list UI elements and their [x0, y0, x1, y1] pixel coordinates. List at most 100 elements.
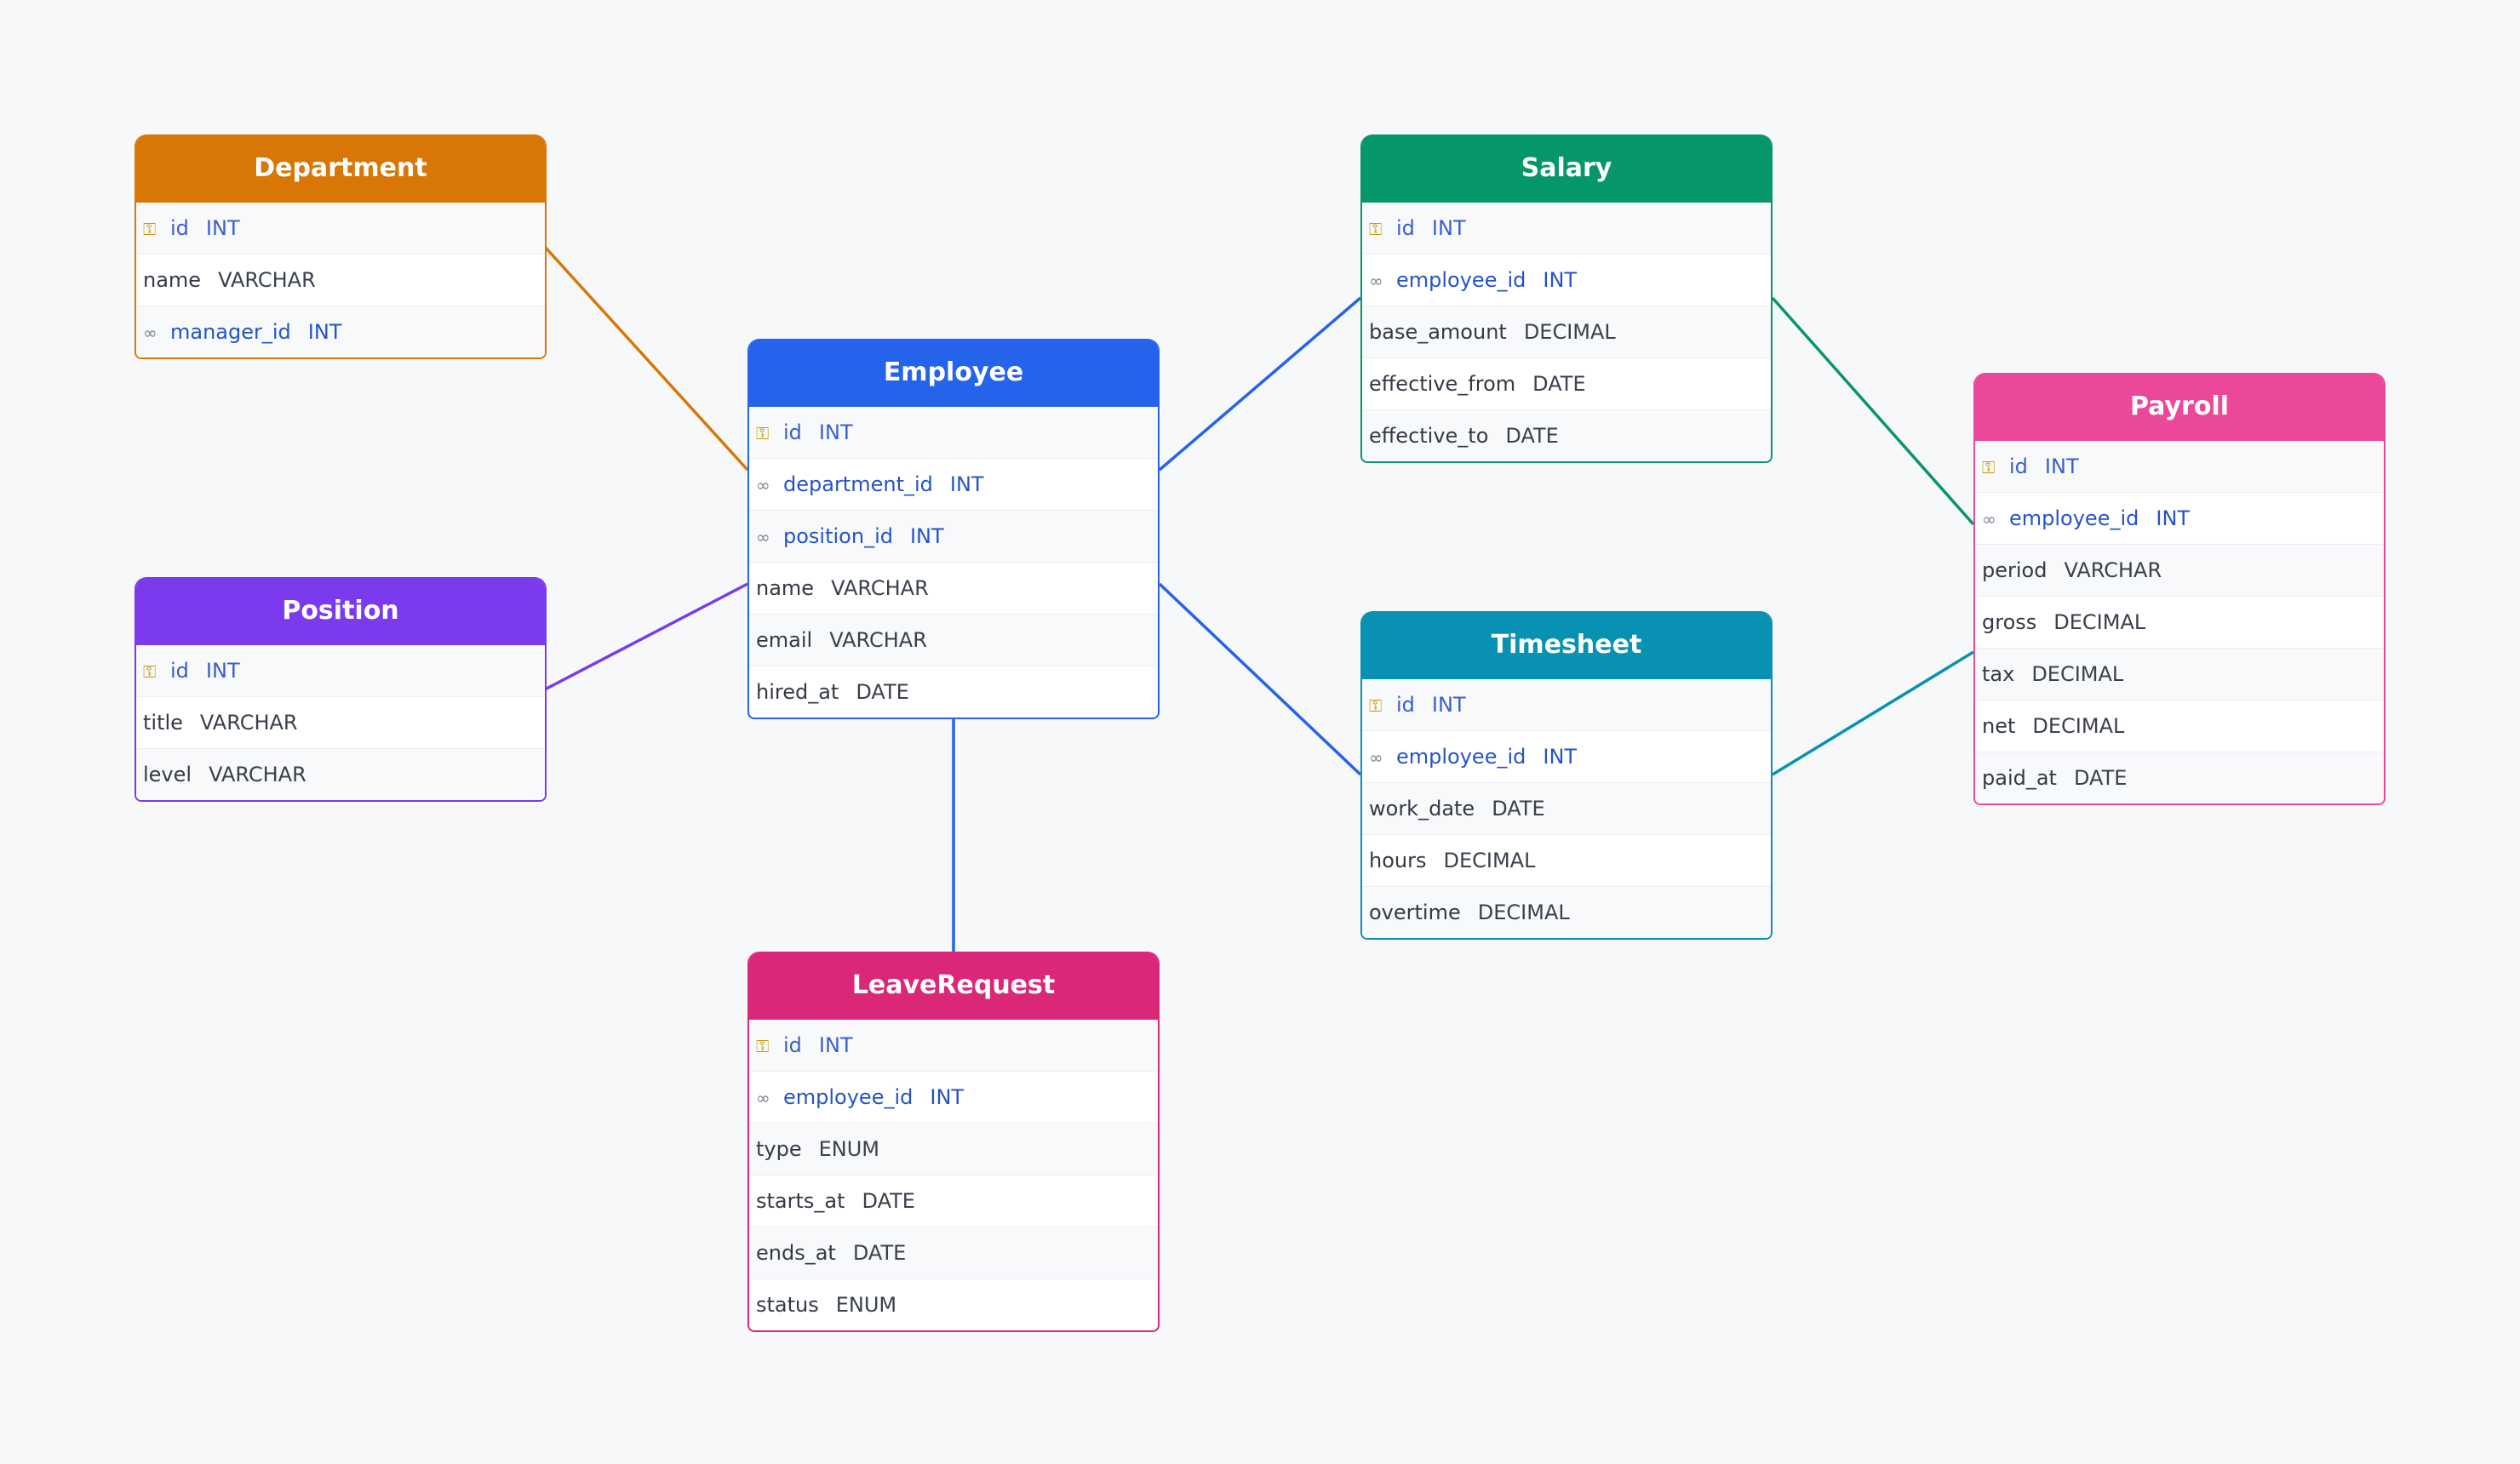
entity-timesheet[interactable]: Timesheet ⚿ id INT ∞ employee_id INT work_date D…: [1360, 611, 1773, 940]
entity-fields: ⚿ id INT ∞ employee_id INT work_date DATE hours D…: [1362, 679, 1771, 938]
field-row[interactable]: type ENUM: [749, 1124, 1158, 1175]
field-name: title: [143, 711, 183, 735]
field-name: id: [783, 1033, 802, 1057]
key-icon: ⚿: [756, 1036, 770, 1056]
field-row[interactable]: paid_at DATE: [1975, 752, 2384, 803]
entity-fields: ⚿ id INT ∞ department_id INT ∞ position_id INT na…: [749, 407, 1158, 718]
field-row[interactable]: ⚿ id INT: [749, 407, 1158, 459]
entity-fields: ⚿ id INT ∞ employee_id INT base_amount DECIMAL e…: [1362, 203, 1771, 461]
entity-position[interactable]: Position ⚿ id INT title VARCHAR level VARCHAR: [135, 577, 547, 802]
entity-title: Timesheet: [1362, 611, 1771, 679]
link-icon: ∞: [1369, 271, 1383, 291]
field-row[interactable]: title VARCHAR: [136, 697, 545, 749]
field-type: INT: [1431, 693, 1466, 717]
key-icon: ⚿: [756, 423, 770, 443]
field-type: DATE: [862, 1189, 915, 1213]
field-row[interactable]: ⚿ id INT: [136, 203, 545, 254]
field-row[interactable]: ends_at DATE: [749, 1227, 1158, 1279]
field-row[interactable]: ⚿ id INT: [749, 1020, 1158, 1072]
field-row[interactable]: ∞ manager_id INT: [136, 306, 545, 357]
field-name: name: [756, 576, 815, 600]
entity-fields: ⚿ id INT ∞ employee_id INT period VARCHAR gross D…: [1975, 441, 2384, 803]
entity-employee[interactable]: Employee ⚿ id INT ∞ department_id INT ∞ position…: [747, 339, 1160, 719]
key-icon: ⚿: [143, 219, 157, 239]
field-row[interactable]: ⚿ id INT: [1362, 203, 1771, 254]
link-icon: ∞: [756, 475, 770, 495]
field-row[interactable]: level VARCHAR: [136, 749, 545, 800]
field-name: employee_id: [783, 1085, 914, 1109]
link-icon: ∞: [1982, 509, 1996, 529]
field-row[interactable]: ∞ employee_id INT: [749, 1072, 1158, 1124]
field-name: id: [170, 659, 189, 683]
field-type: DATE: [1492, 797, 1545, 821]
entity-salary[interactable]: Salary ⚿ id INT ∞ employee_id INT base_amount DE…: [1360, 134, 1773, 463]
key-icon: ⚿: [1369, 695, 1383, 716]
link-icon: ∞: [1369, 747, 1383, 768]
relationship-employee-to-salary: [1158, 296, 1362, 472]
field-type: INT: [930, 1085, 965, 1109]
er-diagram-canvas: Department ⚿ id INT name VARCHAR ∞ manager_id IN…: [0, 0, 2520, 1464]
field-row[interactable]: ∞ employee_id INT: [1975, 493, 2384, 545]
field-row[interactable]: base_amount DECIMAL: [1362, 306, 1771, 358]
relationship-salary-to-payroll: [1771, 296, 1975, 526]
field-row[interactable]: ⚿ id INT: [136, 645, 545, 697]
field-row[interactable]: work_date DATE: [1362, 783, 1771, 835]
field-type: INT: [909, 524, 944, 548]
entity-fields: ⚿ id INT title VARCHAR level VARCHAR: [136, 645, 545, 800]
field-row[interactable]: name VARCHAR: [749, 563, 1158, 615]
field-row[interactable]: ⚿ id INT: [1362, 679, 1771, 731]
field-row[interactable]: starts_at DATE: [749, 1175, 1158, 1227]
field-type: INT: [205, 216, 240, 240]
field-type: DATE: [1505, 424, 1559, 448]
field-row[interactable]: effective_from DATE: [1362, 358, 1771, 410]
key-icon: ⚿: [1369, 219, 1383, 239]
field-row[interactable]: ∞ employee_id INT: [1362, 731, 1771, 783]
field-type: INT: [949, 472, 984, 496]
field-name: period: [1982, 558, 2048, 582]
field-row[interactable]: net DECIMAL: [1975, 701, 2384, 752]
field-row[interactable]: ∞ department_id INT: [749, 459, 1158, 511]
field-row[interactable]: status ENUM: [749, 1279, 1158, 1330]
link-icon: ∞: [143, 323, 158, 343]
field-name: effective_to: [1369, 424, 1489, 448]
field-name: base_amount: [1369, 320, 1507, 344]
field-row[interactable]: tax DECIMAL: [1975, 649, 2384, 701]
field-name: name: [143, 268, 202, 292]
field-row[interactable]: effective_to DATE: [1362, 410, 1771, 461]
entity-payroll[interactable]: Payroll ⚿ id INT ∞ employee_id INT period VARCHA…: [1973, 373, 2385, 805]
field-name: hours: [1369, 849, 1427, 872]
field-name: id: [170, 216, 189, 240]
field-name: hired_at: [756, 680, 839, 704]
field-name: type: [756, 1137, 802, 1161]
field-type: INT: [1543, 745, 1578, 769]
entity-department[interactable]: Department ⚿ id INT name VARCHAR ∞ manager_id IN…: [135, 134, 547, 359]
field-row[interactable]: email VARCHAR: [749, 615, 1158, 666]
field-row[interactable]: hired_at DATE: [749, 666, 1158, 718]
field-name: position_id: [783, 524, 893, 548]
entity-title: LeaveRequest: [749, 952, 1158, 1020]
field-name: effective_from: [1369, 372, 1516, 396]
field-name: id: [1396, 693, 1415, 717]
field-row[interactable]: period VARCHAR: [1975, 545, 2384, 597]
field-name: tax: [1982, 662, 2015, 686]
field-row[interactable]: name VARCHAR: [136, 254, 545, 306]
field-row[interactable]: hours DECIMAL: [1362, 835, 1771, 887]
field-row[interactable]: ⚿ id INT: [1975, 441, 2384, 493]
entity-title: Position: [136, 577, 545, 645]
field-row[interactable]: overtime DECIMAL: [1362, 887, 1771, 938]
field-row[interactable]: gross DECIMAL: [1975, 597, 2384, 649]
field-row[interactable]: ∞ position_id INT: [749, 511, 1158, 563]
field-name: net: [1982, 714, 2016, 738]
field-name: starts_at: [756, 1189, 845, 1213]
field-name: overtime: [1369, 901, 1461, 924]
field-row[interactable]: ∞ employee_id INT: [1362, 254, 1771, 306]
entity-leave-request[interactable]: LeaveRequest ⚿ id INT ∞ employee_id INT type ENU…: [747, 952, 1160, 1332]
field-name: employee_id: [1396, 268, 1526, 292]
entity-fields: ⚿ id INT ∞ employee_id INT type ENUM starts_at DA…: [749, 1020, 1158, 1330]
field-type: DECIMAL: [1443, 849, 1536, 872]
field-type: VARCHAR: [209, 763, 306, 786]
entity-fields: ⚿ id INT name VARCHAR ∞ manager_id INT: [136, 203, 545, 357]
field-type: DECIMAL: [1477, 901, 1570, 924]
field-type: DECIMAL: [1523, 320, 1616, 344]
field-type: VARCHAR: [829, 628, 927, 652]
